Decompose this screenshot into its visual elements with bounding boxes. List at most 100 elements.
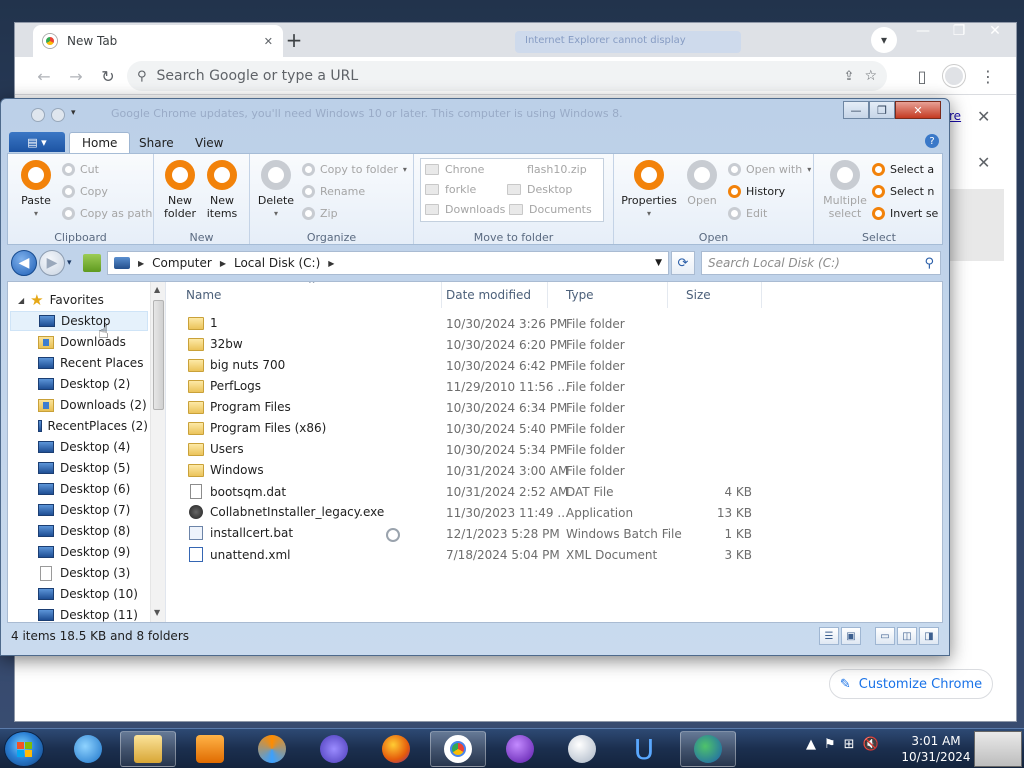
tab-share[interactable]: Share (127, 132, 186, 153)
move-item-chrone[interactable]: Chrone (425, 163, 484, 176)
rename-button[interactable]: Rename (302, 182, 365, 200)
new-folder-button[interactable]: New folder (158, 160, 202, 220)
tab-search-button[interactable]: ▾ (871, 27, 897, 53)
profile-avatar[interactable] (941, 63, 967, 89)
share-icon[interactable]: ⇪ (844, 69, 855, 84)
nav-item-recent-places[interactable]: Recent Places (10, 353, 148, 373)
taskbar-chrome[interactable] (430, 731, 486, 767)
move-item-forkle[interactable]: forkle (425, 183, 476, 196)
taskbar-internet-explorer[interactable] (60, 731, 116, 767)
history-button[interactable]: History (728, 182, 785, 200)
taskbar-app-white[interactable] (554, 731, 610, 767)
volume-muted-icon[interactable]: 🔇 (863, 737, 879, 752)
breadcrumb-separator-icon[interactable]: ▶ (138, 259, 144, 268)
breadcrumb-computer[interactable]: Computer (152, 256, 212, 270)
table-row[interactable]: 32bw 10/30/2024 6:20 PM File folder (168, 335, 768, 356)
omnibox[interactable]: ⚲ ⇪ ☆ (127, 61, 887, 91)
forward-button[interactable]: → (63, 63, 89, 89)
table-row[interactable]: Users 10/30/2024 5:34 PM File folder (168, 440, 768, 461)
preview-pane-icon[interactable]: ◫ (897, 627, 917, 645)
qat-newfolder-icon[interactable] (51, 108, 65, 122)
taskbar-app-u[interactable]: U (616, 731, 672, 767)
refresh-button[interactable]: ⟳ (671, 251, 695, 275)
back-button[interactable]: ← (31, 63, 57, 89)
details-pane-icon[interactable]: ◨ (919, 627, 939, 645)
nav-item-downloads[interactable]: Downloads (10, 332, 148, 352)
taskbar-media-player[interactable] (182, 731, 238, 767)
move-item-desktop[interactable]: Desktop (507, 183, 572, 196)
qat-properties-icon[interactable] (31, 108, 45, 122)
explorer-maximize-button[interactable]: ❐ (869, 101, 895, 119)
select-all-button[interactable]: Select a (872, 160, 934, 178)
file-menu-button[interactable]: ▤ ▾ (9, 132, 65, 152)
search-input[interactable] (708, 256, 925, 270)
tab-view[interactable]: View (183, 132, 235, 153)
multiple-select-button[interactable]: Multiple select (820, 160, 870, 220)
thumbnail-view-icon[interactable]: ▣ (841, 627, 861, 645)
taskbar-app-violet[interactable] (492, 731, 548, 767)
breadcrumb-separator-icon[interactable]: ▶ (328, 259, 334, 268)
side-panel-icon[interactable]: ▯ (909, 63, 935, 89)
table-row[interactable]: Program Files (x86) 10/30/2024 5:40 PM Fil… (168, 419, 768, 440)
explorer-close-button[interactable]: ✕ (895, 101, 941, 119)
open-with-button[interactable]: Open with ▾ (728, 160, 811, 178)
nav-item-desktop-2[interactable]: Desktop (2) (10, 374, 148, 394)
breadcrumb-local-disk[interactable]: Local Disk (C:) (234, 256, 320, 270)
customize-chrome-button[interactable]: ✎ Customize Chrome (829, 669, 993, 699)
address-bar[interactable]: ▶ Computer ▶ Local Disk (C:) ▶ ▼ (107, 251, 669, 275)
details-view-icon[interactable]: ☰ (819, 627, 839, 645)
table-row[interactable]: PerfLogs 11/29/2010 11:56 ... File folder (168, 377, 768, 398)
tab-new-tab[interactable]: New Tab ✕ (33, 25, 283, 57)
zip-button[interactable]: Zip (302, 204, 338, 222)
nav-item-desktop-6[interactable]: Desktop (6) (10, 479, 148, 499)
qat-dropdown-icon[interactable]: ▾ (71, 108, 81, 122)
menu-kebab-icon[interactable]: ⋮ (975, 63, 1001, 89)
forward-button[interactable]: ▶ (39, 250, 65, 276)
nav-item-desktop-3[interactable]: Desktop (3) (10, 563, 148, 583)
table-row[interactable]: installcert.bat 12/1/2023 5:28 PM Windows … (168, 524, 768, 545)
paste-button[interactable]: Paste ▾ (14, 160, 58, 220)
taskbar-file-explorer[interactable] (120, 731, 176, 767)
chevron-down-icon[interactable]: ▼ (655, 258, 662, 268)
explorer-titlebar[interactable]: ▾ Google Chrome updates, you'll need Win… (1, 99, 949, 129)
scroll-down-icon[interactable]: ▼ (154, 608, 160, 617)
omnibox-input[interactable] (156, 68, 834, 84)
up-folder-icon[interactable] (83, 254, 101, 272)
table-row[interactable]: CollabnetInstaller_legacy.exe 11/30/2023 … (168, 503, 768, 524)
pane-layout-icon[interactable]: ▭ (875, 627, 895, 645)
nav-item-desktop-4[interactable]: Desktop (4) (10, 437, 148, 457)
user-thumbnail[interactable] (974, 731, 1022, 767)
dialog-close-icon-2[interactable]: ✕ (977, 153, 990, 172)
open-button[interactable]: Open (680, 160, 724, 207)
nav-item-downloads-2[interactable]: Downloads (2) (10, 395, 148, 415)
bookmark-star-icon[interactable]: ☆ (864, 68, 877, 84)
taskbar-browser-2[interactable] (244, 731, 300, 767)
properties-button[interactable]: Properties ▾ (621, 160, 677, 220)
copy-to-folder-button[interactable]: Copy to folder ▾ (302, 160, 407, 178)
search-box[interactable]: ⚲ (701, 251, 941, 275)
nav-item-desktop-5[interactable]: Desktop (5) (10, 458, 148, 478)
invert-selection-button[interactable]: Invert se (872, 204, 938, 222)
column-header-name[interactable]: Name ^ (168, 282, 442, 308)
explorer-minimize-button[interactable]: — (843, 101, 869, 119)
help-icon[interactable]: ? (925, 134, 939, 148)
nav-scrollbar[interactable]: ▲ ▼ (150, 282, 165, 622)
info-link[interactable]: re (949, 109, 961, 123)
nav-item-desktop-11[interactable]: Desktop (11) (10, 605, 148, 622)
nav-item-desktop-10[interactable]: Desktop (10) (10, 584, 148, 604)
back-button[interactable]: ◀ (11, 250, 37, 276)
network-icon[interactable]: ⊞ (844, 737, 855, 752)
tab-home[interactable]: Home (69, 132, 131, 153)
recent-locations-dropdown[interactable]: ▾ (67, 258, 72, 268)
cut-button[interactable]: Cut (62, 160, 99, 178)
copy-as-path-button[interactable]: Copy as path (62, 204, 152, 222)
chrome-restore-button[interactable]: ❐ (941, 17, 977, 45)
start-button[interactable] (4, 731, 44, 767)
chrome-close-button[interactable]: ✕ (977, 17, 1013, 45)
breadcrumb-separator-icon[interactable]: ▶ (220, 259, 226, 268)
tab-close-icon[interactable]: ✕ (264, 35, 273, 48)
table-row[interactable]: Windows 10/31/2024 3:00 AM File folder (168, 461, 768, 482)
taskbar-app-purple[interactable] (306, 731, 362, 767)
collapse-triangle-icon[interactable]: ◢ (18, 296, 24, 305)
move-item-flash10[interactable]: flash10.zip (527, 163, 587, 176)
